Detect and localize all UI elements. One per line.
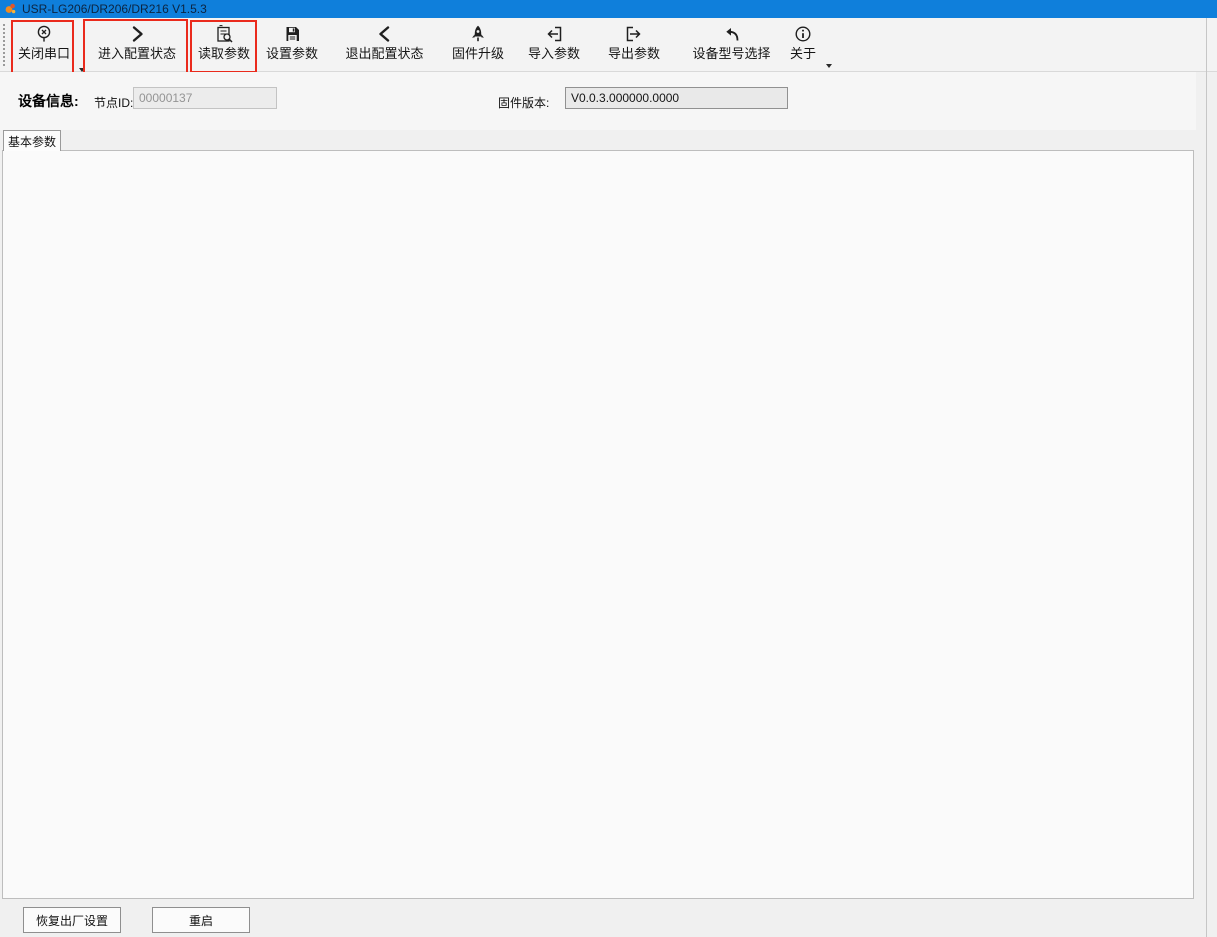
window-edge [1206, 18, 1207, 937]
set-params-button[interactable]: 设置参数 [259, 20, 325, 70]
app-window: USR-LG206/DR206/DR216 V1.5.3 关闭串口 进入配置状态 [0, 0, 1217, 937]
device-model-select-button[interactable]: 设备型号选择 [680, 20, 783, 70]
annotation-box-3 [190, 20, 257, 73]
toolbar-button-label: 固件升级 [452, 45, 504, 63]
toolbar-button-label: 设备型号选择 [692, 45, 770, 63]
toolbar-button-label: 设置参数 [266, 45, 318, 63]
about-button[interactable]: 关于 [786, 20, 820, 70]
factory-reset-button[interactable]: 恢复出厂设置 [23, 907, 121, 933]
exit-config-icon [375, 20, 395, 44]
save-icon [282, 20, 302, 44]
window-title: USR-LG206/DR206/DR216 V1.5.3 [22, 2, 207, 16]
toolbar-button-label: 退出配置状态 [345, 45, 423, 63]
title-bar: USR-LG206/DR206/DR216 V1.5.3 [0, 0, 1217, 18]
tab-basic-params[interactable]: 基本参数 [3, 130, 61, 151]
tab-label: 基本参数 [8, 133, 56, 150]
export-icon [624, 20, 644, 44]
rocket-icon [468, 20, 488, 44]
firmware-upgrade-button[interactable]: 固件升级 [443, 20, 513, 70]
annotation-box-2 [83, 19, 188, 75]
restart-button[interactable]: 重启 [152, 907, 250, 933]
exit-config-button[interactable]: 退出配置状态 [333, 20, 436, 70]
node-id-field: 00000137 [133, 87, 277, 109]
toolbar-overflow-arrow-icon[interactable] [826, 64, 832, 68]
firmware-version-label: 固件版本: [498, 94, 549, 111]
import-params-button[interactable]: 导入参数 [520, 20, 588, 70]
import-icon [544, 20, 564, 44]
tab-page [2, 150, 1194, 899]
device-info-panel: 设备信息: 节点ID: 00000137 固件版本: V0.0.3.000000… [0, 72, 1196, 130]
node-id-label: 节点ID: [94, 94, 133, 111]
device-info-label: 设备信息: [18, 91, 79, 111]
info-icon [793, 20, 813, 44]
toolbar-gripper [3, 24, 5, 66]
toolbar-button-label: 导出参数 [608, 45, 660, 63]
export-params-button[interactable]: 导出参数 [600, 20, 668, 70]
firmware-version-field: V0.0.3.000000.0000 [565, 87, 788, 109]
toolbar-button-label: 关于 [790, 45, 816, 63]
back-arrow-icon [722, 20, 742, 44]
annotation-box-1 [11, 20, 74, 75]
toolbar-button-label: 导入参数 [528, 45, 580, 63]
